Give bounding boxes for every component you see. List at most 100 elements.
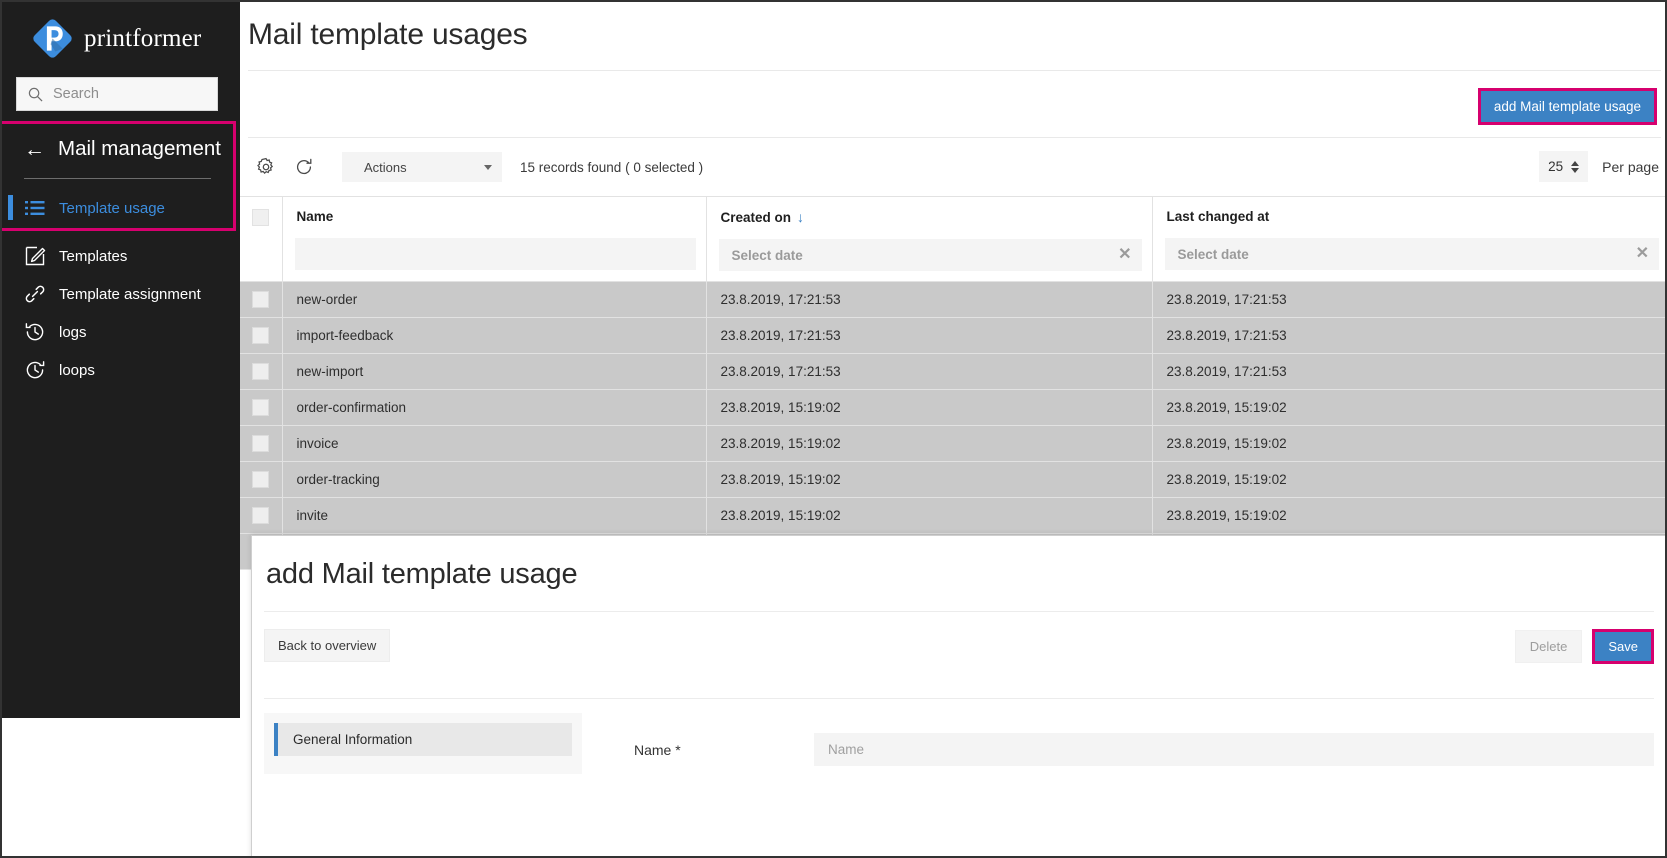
select-all-checkbox[interactable] xyxy=(252,209,269,226)
table-row[interactable]: invite23.8.2019, 15:19:0223.8.2019, 15:1… xyxy=(240,498,1667,534)
sidebar-item-label: loops xyxy=(59,362,95,379)
changed-filter-placeholder: Select date xyxy=(1178,247,1249,262)
cell-created-on: 23.8.2019, 15:19:02 xyxy=(706,498,1152,534)
sidebar-item-label: logs xyxy=(59,324,87,341)
cell-created-on: 23.8.2019, 15:19:02 xyxy=(706,462,1152,498)
link-icon xyxy=(24,283,46,305)
save-button[interactable]: Save xyxy=(1592,629,1654,664)
row-checkbox[interactable] xyxy=(252,399,269,416)
column-last-changed-at[interactable]: Last changed at Select date ✕ xyxy=(1152,197,1667,282)
row-checkbox[interactable] xyxy=(252,435,269,452)
modal-title: add Mail template usage xyxy=(252,536,1666,591)
cell-created-on: 23.8.2019, 17:21:53 xyxy=(706,318,1152,354)
sidebar-item-logs[interactable]: logs xyxy=(2,313,240,351)
sidebar-item-loops[interactable]: loops xyxy=(2,351,240,389)
row-checkbox[interactable] xyxy=(252,507,269,524)
row-checkbox-cell xyxy=(240,354,282,390)
name-field-label: Name * xyxy=(634,742,814,758)
table-row[interactable]: invoice23.8.2019, 15:19:0223.8.2019, 15:… xyxy=(240,426,1667,462)
sidebar-divider xyxy=(24,178,211,179)
per-page-control: 25 Per page xyxy=(1539,151,1659,182)
back-to-overview-button[interactable]: Back to overview xyxy=(264,629,390,662)
row-checkbox[interactable] xyxy=(252,291,269,308)
list-icon xyxy=(24,197,46,219)
delete-button[interactable]: Delete xyxy=(1515,630,1583,663)
table-row[interactable]: new-import23.8.2019, 17:21:5323.8.2019, … xyxy=(240,354,1667,390)
row-checkbox-cell xyxy=(240,318,282,354)
cell-last-changed-at: 23.8.2019, 17:21:53 xyxy=(1152,354,1667,390)
cell-created-on: 23.8.2019, 17:21:53 xyxy=(706,282,1152,318)
row-checkbox[interactable] xyxy=(252,363,269,380)
modal-primary-actions: Delete Save xyxy=(1515,629,1654,664)
sidebar-item-template-usage[interactable]: Template usage xyxy=(2,191,233,225)
created-filter-placeholder: Select date xyxy=(732,248,803,263)
clear-icon[interactable]: ✕ xyxy=(1636,246,1649,262)
history-forward-icon xyxy=(24,359,46,381)
stepper-updown-icon xyxy=(1571,161,1579,173)
refresh-icon[interactable] xyxy=(294,157,314,177)
per-page-label: Per page xyxy=(1602,159,1659,175)
cell-name: import-feedback xyxy=(282,318,706,354)
column-name: Name xyxy=(282,197,706,282)
name-filter-input[interactable] xyxy=(295,238,696,270)
search-input[interactable]: Search xyxy=(16,77,218,111)
column-header-label: Name xyxy=(297,209,334,224)
row-checkbox-cell xyxy=(240,282,282,318)
row-checkbox-cell xyxy=(240,390,282,426)
add-mail-template-usage-button[interactable]: add Mail template usage xyxy=(1478,88,1657,125)
cell-name: new-import xyxy=(282,354,706,390)
sidebar-item-label: Template assignment xyxy=(59,286,201,303)
select-all-column xyxy=(240,197,282,282)
sort-descending-icon[interactable]: ↓ xyxy=(797,209,804,225)
cell-created-on: 23.8.2019, 17:21:53 xyxy=(706,354,1152,390)
row-checkbox[interactable] xyxy=(252,327,269,344)
page-title: Mail template usages xyxy=(240,2,1667,52)
cell-last-changed-at: 23.8.2019, 15:19:02 xyxy=(1152,498,1667,534)
cell-last-changed-at: 23.8.2019, 17:21:53 xyxy=(1152,282,1667,318)
table-head: Name Created on ↓ xyxy=(240,197,1667,282)
changed-date-filter-input[interactable]: Select date ✕ xyxy=(1165,238,1660,270)
column-created-on[interactable]: Created on ↓ Select date ✕ xyxy=(706,197,1152,282)
sidebar-item-templates[interactable]: Templates xyxy=(2,237,240,275)
search-icon xyxy=(28,87,43,102)
edit-document-icon xyxy=(24,245,46,267)
add-mail-template-usage-panel: add Mail template usage Back to overview… xyxy=(251,535,1667,858)
row-checkbox-cell xyxy=(240,498,282,534)
back-to-mail-management[interactable]: ← Mail management xyxy=(2,124,233,169)
tab-general-information[interactable]: General Information xyxy=(274,723,572,756)
modal-action-bar: Back to overview Delete Save xyxy=(252,612,1666,678)
mail-management-section: ← Mail management Template usage xyxy=(0,121,236,231)
table-row[interactable]: new-order23.8.2019, 17:21:5323.8.2019, 1… xyxy=(240,282,1667,318)
cell-last-changed-at: 23.8.2019, 17:21:53 xyxy=(1152,318,1667,354)
actions-dropdown[interactable]: Actions xyxy=(342,152,502,182)
name-field-placeholder: Name xyxy=(828,742,864,757)
table-row[interactable]: import-feedback23.8.2019, 17:21:5323.8.2… xyxy=(240,318,1667,354)
changed-filter-cell: Select date ✕ xyxy=(1153,233,1667,280)
row-checkbox-cell xyxy=(240,426,282,462)
created-filter-cell: Select date ✕ xyxy=(707,234,1152,281)
search-placeholder: Search xyxy=(53,86,99,102)
gear-icon[interactable] xyxy=(256,157,276,177)
sidebar-item-label: Template usage xyxy=(59,200,165,217)
table-row[interactable]: order-tracking23.8.2019, 15:19:0223.8.20… xyxy=(240,462,1667,498)
modal-form-area: General Information Name * Name xyxy=(252,699,1666,774)
cell-name: order-tracking xyxy=(282,462,706,498)
column-header-label: Last changed at xyxy=(1167,209,1270,224)
name-field[interactable]: Name xyxy=(814,733,1654,766)
column-header-label: Created on xyxy=(721,210,792,225)
per-page-select[interactable]: 25 xyxy=(1539,151,1588,182)
table-toolbar: Actions 15 records found ( 0 selected ) … xyxy=(240,138,1667,196)
created-date-filter-input[interactable]: Select date ✕ xyxy=(719,239,1142,271)
clear-icon[interactable]: ✕ xyxy=(1118,247,1131,263)
sidebar-item-template-assignment[interactable]: Template assignment xyxy=(2,275,240,313)
records-table: Name Created on ↓ xyxy=(240,196,1667,570)
section-title: Mail management xyxy=(58,137,221,161)
brand-logo[interactable]: printformer xyxy=(2,2,240,73)
arrow-left-icon: ← xyxy=(24,139,45,160)
name-filter-cell xyxy=(283,233,706,280)
sidebar: printformer Search ← Mail management xyxy=(2,2,240,718)
table-row[interactable]: order-confirmation23.8.2019, 15:19:0223.… xyxy=(240,390,1667,426)
row-checkbox[interactable] xyxy=(252,471,269,488)
sidebar-item-label: Templates xyxy=(59,248,127,265)
cell-name: invoice xyxy=(282,426,706,462)
